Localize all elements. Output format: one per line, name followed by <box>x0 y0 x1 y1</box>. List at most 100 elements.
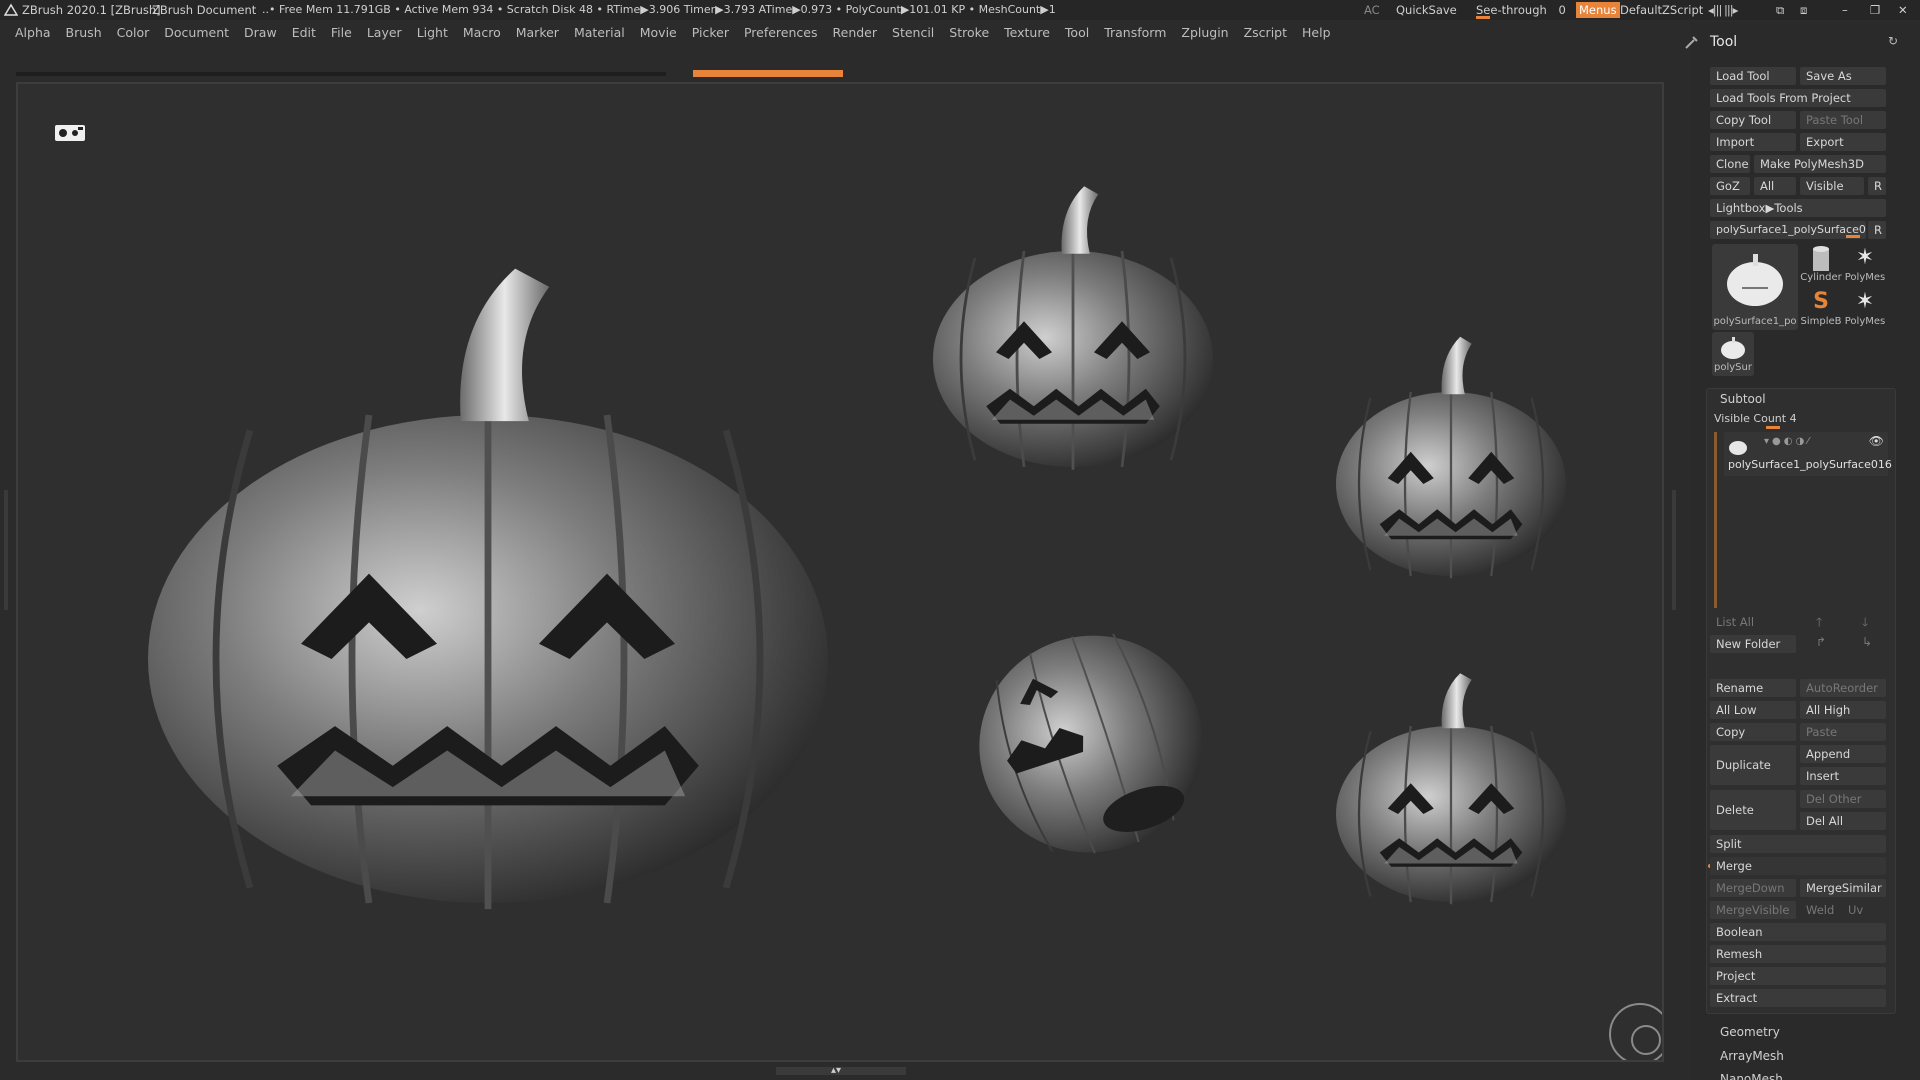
make-polymesh3d-button[interactable]: Make PolyMesh3D <box>1754 155 1886 173</box>
current-tool-r-button[interactable]: R <box>1868 221 1886 239</box>
thumb-polymesh-1[interactable]: ✶ PolyMes <box>1844 244 1886 286</box>
visible-count-slider[interactable]: Visible Count 4 <box>1714 412 1797 429</box>
subtool-scrollbar[interactable] <box>1714 432 1717 608</box>
layout-arrows-icon[interactable]: ◂||| |||▸ <box>1708 0 1738 20</box>
menu-file[interactable]: File <box>331 22 352 44</box>
goz-visible-button[interactable]: Visible <box>1800 177 1864 195</box>
menu-alpha[interactable]: Alpha <box>15 22 51 44</box>
menu-material[interactable]: Material <box>574 22 625 44</box>
menu-zscript[interactable]: Zscript <box>1244 22 1287 44</box>
mergedown-button[interactable]: MergeDown <box>1710 879 1796 897</box>
current-tool-slider[interactable]: polySurface1_polySurface016 <box>1710 221 1866 239</box>
folder-arrow-icon[interactable]: ↱ <box>1816 635 1826 649</box>
del-all-button[interactable]: Del All <box>1800 812 1886 830</box>
copy-tool-button[interactable]: Copy Tool <box>1710 111 1796 129</box>
goz-r-button[interactable]: R <box>1868 177 1886 195</box>
list-all-button[interactable]: List All <box>1710 613 1796 631</box>
close-icon[interactable]: ✕ <box>1898 0 1908 20</box>
extract-button[interactable]: Extract <box>1710 989 1886 1007</box>
menu-light[interactable]: Light <box>417 22 448 44</box>
menu-brush[interactable]: Brush <box>66 22 102 44</box>
nanomesh-section[interactable]: NanoMesh <box>1720 1072 1783 1080</box>
duplicate-button[interactable]: Duplicate <box>1710 745 1796 785</box>
window-layout-icon[interactable]: ⧉ <box>1776 0 1784 20</box>
export-button[interactable]: Export <box>1800 133 1886 151</box>
autoreorder-button[interactable]: AutoReorder <box>1800 679 1886 697</box>
menu-render[interactable]: Render <box>833 22 878 44</box>
goz-button[interactable]: GoZ <box>1710 177 1750 195</box>
all-low-button[interactable]: All Low <box>1710 701 1796 719</box>
del-other-button[interactable]: Del Other <box>1800 790 1886 808</box>
uv-button[interactable]: Uv <box>1842 901 1882 919</box>
rename-button[interactable]: Rename <box>1710 679 1796 697</box>
save-as-button[interactable]: Save As <box>1800 67 1886 85</box>
load-tools-from-project-button[interactable]: Load Tools From Project <box>1710 89 1886 107</box>
thumb-polysur[interactable]: polySur <box>1712 332 1754 376</box>
import-button[interactable]: Import <box>1710 133 1796 151</box>
menu-document[interactable]: Document <box>164 22 229 44</box>
thumb-cylinder[interactable]: Cylinder <box>1800 244 1842 286</box>
append-button[interactable]: Append <box>1800 745 1886 763</box>
mergesimilar-button[interactable]: MergeSimilar <box>1800 879 1886 897</box>
mergevisible-button[interactable]: MergeVisible <box>1710 901 1796 919</box>
subtool-item[interactable]: ▾●◐◑⁄ 👁 polySurface1_polySurface016 <box>1724 432 1892 476</box>
move-down-icon[interactable]: 🡓 <box>1862 613 1868 634</box>
insert-button[interactable]: Insert <box>1800 767 1886 785</box>
menu-edit[interactable]: Edit <box>292 22 316 44</box>
load-tool-button[interactable]: Load Tool <box>1710 67 1796 85</box>
left-shelf-handle[interactable] <box>4 490 8 610</box>
geometry-section[interactable]: Geometry <box>1720 1025 1780 1039</box>
menu-transform[interactable]: Transform <box>1104 22 1166 44</box>
menu-layer[interactable]: Layer <box>367 22 402 44</box>
menu-draw[interactable]: Draw <box>244 22 277 44</box>
eye-icon[interactable]: 👁 <box>1869 434 1884 448</box>
remesh-button[interactable]: Remesh <box>1710 945 1886 963</box>
menu-marker[interactable]: Marker <box>516 22 559 44</box>
copy-button[interactable]: Copy <box>1710 723 1796 741</box>
minimize-icon[interactable]: – <box>1842 0 1848 20</box>
default-zscript-button[interactable]: DefaultZScript <box>1620 0 1703 20</box>
subtool-toggles-icon[interactable]: ▾●◐◑⁄ <box>1764 436 1812 447</box>
menu-zplugin[interactable]: Zplugin <box>1181 22 1228 44</box>
quicksave-button[interactable]: QuickSave <box>1396 0 1457 20</box>
split-button[interactable]: Split <box>1710 835 1886 853</box>
menu-movie[interactable]: Movie <box>640 22 677 44</box>
paste-tool-button[interactable]: Paste Tool <box>1800 111 1886 129</box>
menu-texture[interactable]: Texture <box>1004 22 1050 44</box>
refresh-icon[interactable]: ↻ <box>1888 34 1898 48</box>
menu-color[interactable]: Color <box>117 22 150 44</box>
menu-preferences[interactable]: Preferences <box>744 22 818 44</box>
window-swap-icon[interactable]: ⧈ <box>1800 0 1807 20</box>
folder-arrow-down-icon[interactable]: ↳ <box>1862 635 1872 649</box>
thumb-polymesh-2[interactable]: ✶ PolyMes <box>1844 288 1886 330</box>
right-shelf-handle[interactable] <box>1672 490 1676 610</box>
menu-stroke[interactable]: Stroke <box>949 22 989 44</box>
weld-button[interactable]: Weld <box>1800 901 1840 919</box>
lightbox-tools-button[interactable]: Lightbox▶Tools <box>1710 199 1886 217</box>
see-through-slider[interactable]: See-through 0 <box>1476 0 1568 20</box>
menu-tool[interactable]: Tool <box>1065 22 1089 44</box>
menu-stencil[interactable]: Stencil <box>892 22 934 44</box>
boolean-button[interactable]: Boolean <box>1710 923 1886 941</box>
paste-button[interactable]: Paste <box>1800 723 1886 741</box>
arraymesh-section[interactable]: ArrayMesh <box>1720 1049 1784 1063</box>
menus-button[interactable]: Menus <box>1576 2 1620 18</box>
clone-button[interactable]: Clone <box>1710 155 1750 173</box>
move-up-icon[interactable]: 🡑 <box>1816 613 1822 634</box>
active-tab-indicator[interactable] <box>693 70 843 77</box>
delete-button[interactable]: Delete <box>1710 790 1796 830</box>
project-button[interactable]: Project <box>1710 967 1886 985</box>
chevron-up-down-icon[interactable]: ▴▾ <box>831 1065 841 1076</box>
goz-all-button[interactable]: All <box>1754 177 1796 195</box>
all-high-button[interactable]: All High <box>1800 701 1886 719</box>
new-folder-button[interactable]: New Folder <box>1710 635 1796 653</box>
ac-label[interactable]: AC <box>1364 0 1380 20</box>
subtool-title[interactable]: Subtool <box>1720 392 1766 406</box>
viewport-canvas[interactable] <box>16 82 1664 1062</box>
thumb-main-tool[interactable]: polySurface1_po <box>1712 244 1798 330</box>
menu-macro[interactable]: Macro <box>463 22 501 44</box>
maximize-icon[interactable]: ❐ <box>1870 0 1880 20</box>
merge-button[interactable]: Merge <box>1710 857 1886 875</box>
menu-help[interactable]: Help <box>1302 22 1331 44</box>
thumb-simplebrush[interactable]: S SimpleB <box>1800 288 1842 330</box>
